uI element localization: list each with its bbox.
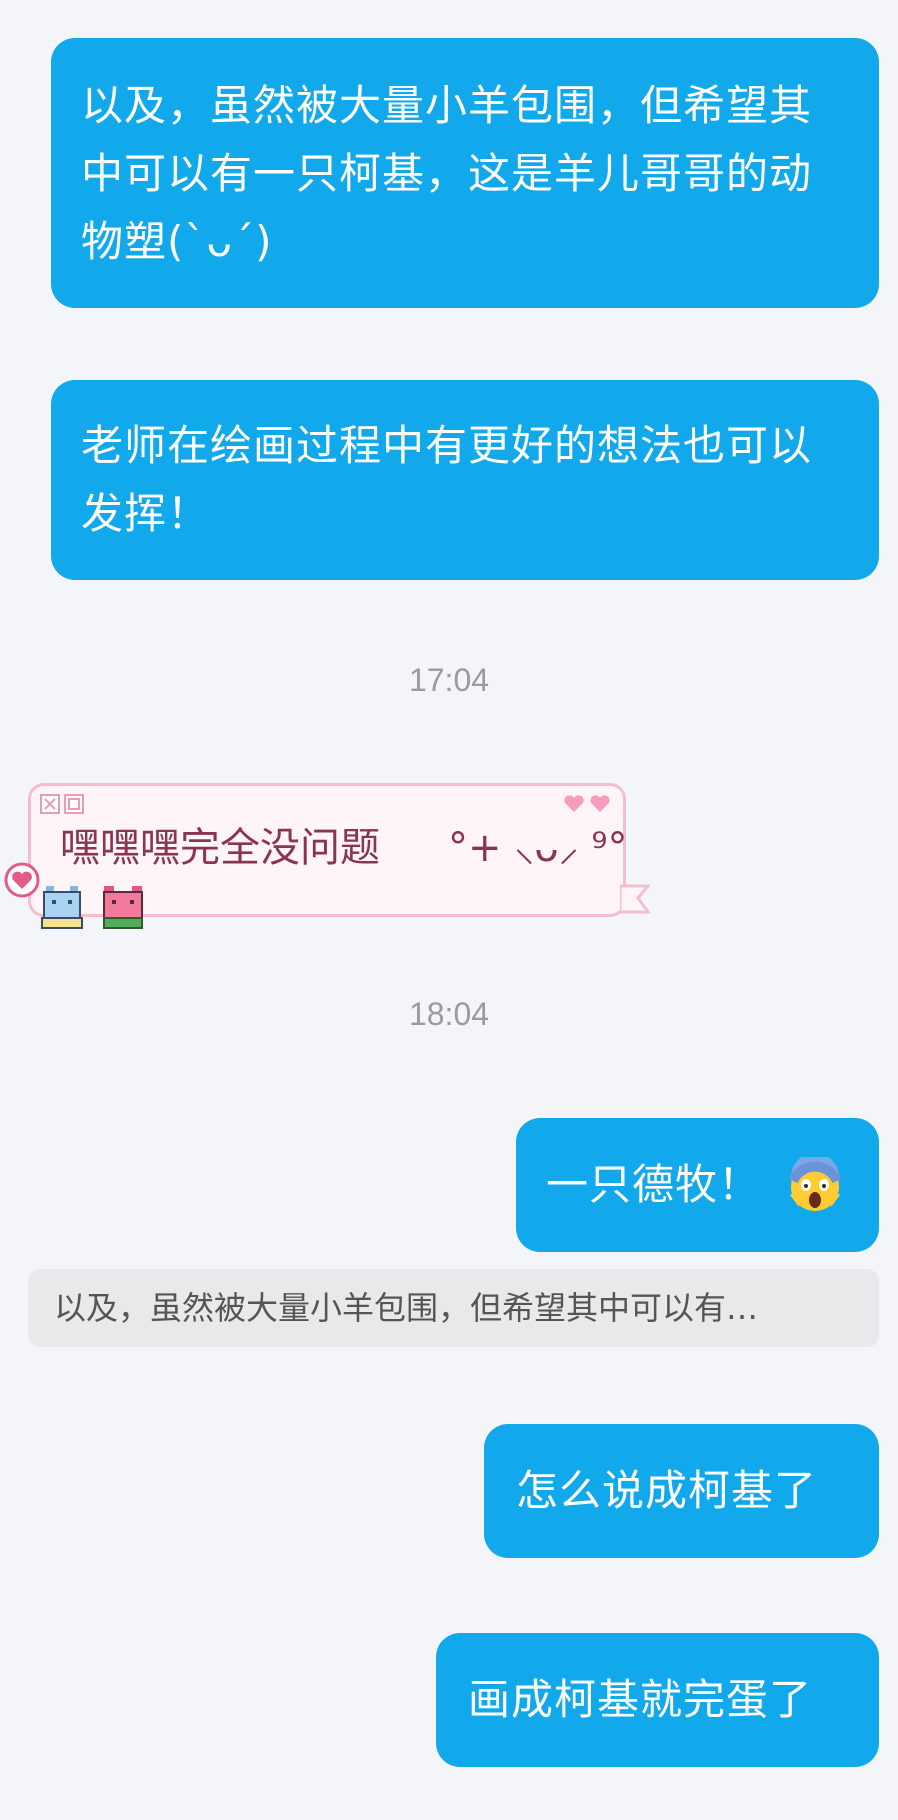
window-buttons-icon — [40, 794, 84, 814]
timestamp: 17:04 — [408, 662, 490, 698]
reply-kaomoji: °+ ⸜ᴗ⸝ ⁹° — [448, 825, 628, 871]
message-bubble-sent-2[interactable]: 怎么说成柯基了 — [484, 1424, 879, 1558]
message-text: 一只德牧！ — [546, 1160, 762, 1209]
reply-text: 嘿嘿嘿完全没问题 — [60, 825, 380, 871]
message-bubble-sent-3[interactable]: 画成柯基就完蛋了 — [436, 1633, 879, 1767]
message-bubble-2[interactable]: 老师在绘画过程中有更好的想法也可以发挥！ — [51, 380, 879, 580]
pixel-cat-icon — [41, 886, 83, 929]
quoted-message[interactable]: 以及，虽然被大量小羊包围，但希望其中可以有… — [28, 1269, 879, 1347]
hearts-icon — [564, 795, 610, 812]
screaming-face-emoji — [788, 1157, 842, 1211]
ribbon-tail-icon — [620, 884, 650, 914]
timestamp: 18:04 — [408, 996, 490, 1032]
message-text: 画成柯基就完蛋了 — [468, 1675, 813, 1724]
message-bubble-sent-1[interactable]: 一只德牧！ — [516, 1118, 879, 1252]
message-text: 怎么说成柯基了 — [516, 1466, 818, 1515]
message-text: 以及，虽然被大量小羊包围，但希望其中可以有一只柯基，这是羊儿哥哥的动物塑(`ᴗ´… — [81, 81, 813, 266]
message-bubble-1[interactable]: 以及，虽然被大量小羊包围，但希望其中可以有一只柯基，这是羊儿哥哥的动物塑(`ᴗ´… — [51, 38, 879, 308]
pixel-bear-icon — [103, 886, 143, 929]
heart-icon — [4, 862, 40, 898]
message-text: 老师在绘画过程中有更好的想法也可以发挥！ — [81, 421, 813, 538]
